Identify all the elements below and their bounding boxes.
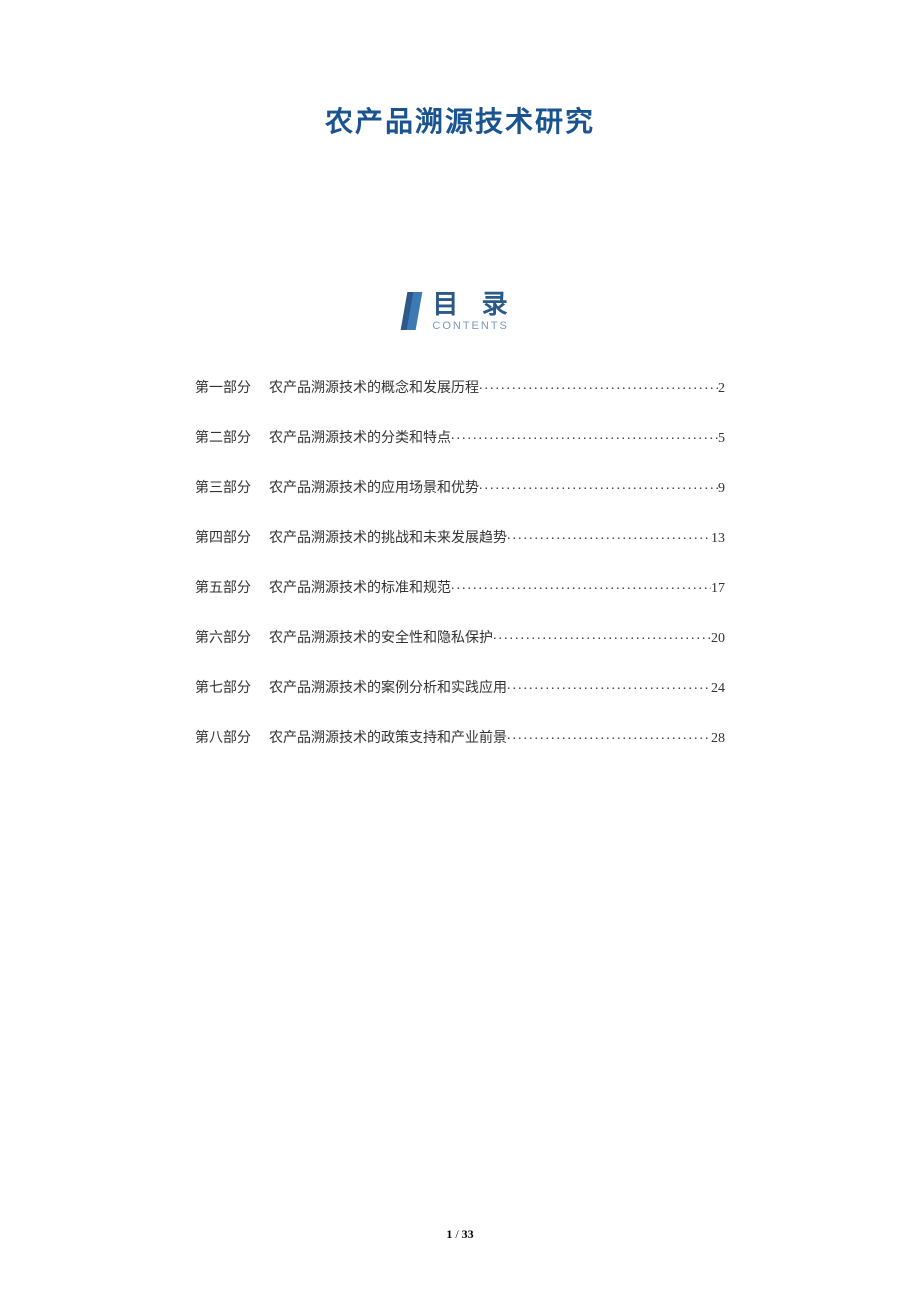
footer-separator: / [452, 1227, 461, 1241]
toc-page-number: 13 [711, 531, 725, 547]
toc-chapter-title: 农产品溯源技术的政策支持和产业前景 [269, 727, 507, 747]
toc-leader-dots [507, 528, 711, 542]
toc-chapter-title: 农产品溯源技术的标准和规范 [269, 577, 451, 597]
toc-list: 第一部分 农产品溯源技术的概念和发展历程 2 第二部分 农产品溯源技术的分类和特… [115, 377, 805, 747]
toc-entry[interactable]: 第二部分 农产品溯源技术的分类和特点 5 [195, 427, 725, 447]
toc-part-label: 第七部分 [195, 677, 251, 697]
toc-chapter-title: 农产品溯源技术的安全性和隐私保护 [269, 627, 493, 647]
page-footer: 1 / 33 [0, 1227, 920, 1242]
toc-leader-dots [507, 678, 711, 692]
toc-chapter-title: 农产品溯源技术的分类和特点 [269, 427, 451, 447]
toc-stripe-icon [404, 292, 422, 330]
toc-part-label: 第一部分 [195, 377, 251, 397]
document-title: 农产品溯源技术研究 [115, 100, 805, 140]
toc-entry[interactable]: 第一部分 农产品溯源技术的概念和发展历程 2 [195, 377, 725, 397]
toc-page-number: 20 [711, 631, 725, 647]
toc-entry[interactable]: 第七部分 农产品溯源技术的案例分析和实践应用 24 [195, 677, 725, 697]
toc-title-group: 目 录 CONTENTS [432, 290, 515, 332]
toc-leader-dots [479, 378, 718, 392]
toc-part-label: 第三部分 [195, 477, 251, 497]
toc-page-number: 2 [718, 381, 725, 397]
toc-entry[interactable]: 第八部分 农产品溯源技术的政策支持和产业前景 28 [195, 727, 725, 747]
toc-part-label: 第五部分 [195, 577, 251, 597]
document-page: 农产品溯源技术研究 目 录 CONTENTS 第一部分 农产品溯源技术的概念和发… [0, 0, 920, 1302]
toc-part-label: 第六部分 [195, 627, 251, 647]
toc-page-number: 28 [711, 731, 725, 747]
toc-leader-dots [451, 578, 711, 592]
toc-page-number: 17 [711, 581, 725, 597]
toc-part-label: 第八部分 [195, 727, 251, 747]
toc-page-number: 5 [718, 431, 725, 447]
toc-page-number: 9 [718, 481, 725, 497]
toc-entry[interactable]: 第四部分 农产品溯源技术的挑战和未来发展趋势 13 [195, 527, 725, 547]
toc-title-cn: 目 录 [432, 290, 515, 319]
toc-chapter-title: 农产品溯源技术的概念和发展历程 [269, 377, 479, 397]
toc-title-en: CONTENTS [432, 320, 509, 332]
toc-part-label: 第四部分 [195, 527, 251, 547]
toc-chapter-title: 农产品溯源技术的挑战和未来发展趋势 [269, 527, 507, 547]
toc-part-label: 第二部分 [195, 427, 251, 447]
footer-total-pages: 33 [462, 1227, 474, 1241]
toc-entry[interactable]: 第六部分 农产品溯源技术的安全性和隐私保护 20 [195, 627, 725, 647]
toc-leader-dots [493, 628, 711, 642]
toc-chapter-title: 农产品溯源技术的应用场景和优势 [269, 477, 479, 497]
toc-page-number: 24 [711, 681, 725, 697]
toc-entry[interactable]: 第五部分 农产品溯源技术的标准和规范 17 [195, 577, 725, 597]
toc-chapter-title: 农产品溯源技术的案例分析和实践应用 [269, 677, 507, 697]
toc-leader-dots [451, 428, 718, 442]
toc-header: 目 录 CONTENTS [115, 290, 805, 332]
toc-leader-dots [507, 728, 711, 742]
toc-leader-dots [479, 478, 718, 492]
toc-entry[interactable]: 第三部分 农产品溯源技术的应用场景和优势 9 [195, 477, 725, 497]
